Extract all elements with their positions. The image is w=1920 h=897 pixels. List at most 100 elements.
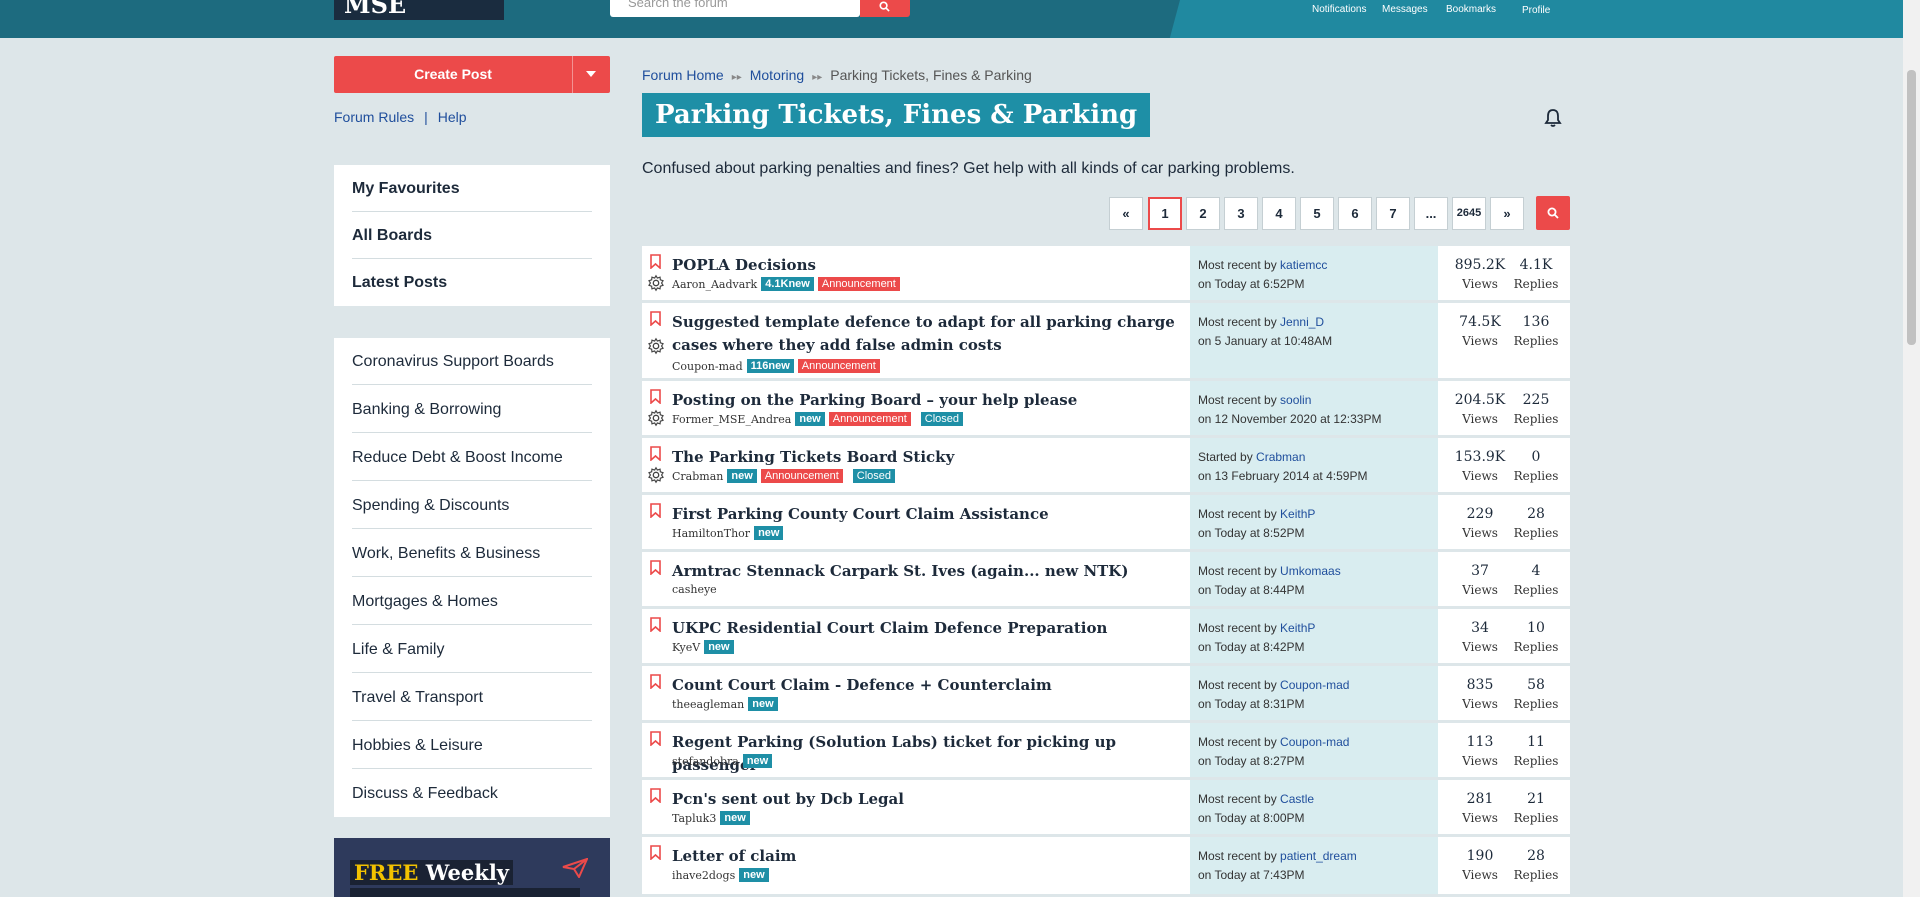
breadcrumb-forum-home[interactable]: Forum Home [642, 67, 724, 83]
promo-highlight: FREE [354, 860, 419, 885]
topic-author[interactable]: Aaron_Aadvark [672, 278, 757, 291]
breadcrumb-motoring[interactable]: Motoring [750, 67, 804, 83]
topic-author[interactable]: HamiltonThor [672, 527, 750, 540]
bookmark-icon[interactable] [650, 560, 661, 575]
topic-author[interactable]: theeagleman [672, 698, 744, 711]
bookmark-icon[interactable] [650, 788, 661, 803]
sidebar-item-mortgages[interactable]: Mortgages & Homes [352, 578, 592, 625]
page-button[interactable]: ... [1414, 197, 1448, 230]
recent-user-link[interactable]: katiemcc [1280, 258, 1327, 272]
topic-author[interactable]: Former_MSE_Andrea [672, 413, 791, 426]
bookmark-icon[interactable] [650, 674, 661, 689]
page-button[interactable]: 2645 [1452, 197, 1486, 230]
topic-row[interactable]: Count Court Claim - Defence + Countercla… [642, 666, 1570, 723]
recent-user-link[interactable]: Coupon-mad [1280, 678, 1349, 692]
forum-search-input[interactable]: Search the forum [610, 0, 860, 17]
topic-author[interactable]: ihave2dogs [672, 869, 735, 882]
chevron-down-icon[interactable] [586, 71, 596, 77]
topic-title[interactable]: UKPC Residential Court Claim Defence Pre… [672, 617, 1182, 640]
topic-row[interactable]: The Parking Tickets Board Sticky Crabman n… [642, 438, 1570, 495]
topic-author[interactable]: Tapluk3 [672, 812, 716, 825]
topic-title[interactable]: Posting on the Parking Board – your help… [672, 389, 1182, 412]
bookmark-icon[interactable] [650, 617, 661, 632]
topic-title[interactable]: The Parking Tickets Board Sticky [672, 446, 1182, 469]
recent-user-link[interactable]: soolin [1280, 393, 1311, 407]
sidebar-item-travel[interactable]: Travel & Transport [352, 674, 592, 721]
bookmark-icon[interactable] [650, 389, 661, 404]
topic-author[interactable]: Crabman [672, 470, 723, 483]
bookmark-icon[interactable] [650, 845, 661, 860]
topic-title[interactable]: Suggested template defence to adapt for … [672, 311, 1182, 357]
page-button[interactable]: 5 [1300, 197, 1334, 230]
nav-profile[interactable]: Profile [1522, 5, 1550, 16]
board-search-button[interactable] [1536, 196, 1570, 230]
replies-count: 21 Replies [1506, 790, 1566, 828]
recent-user-link[interactable]: Jenni_D [1280, 315, 1324, 329]
sidebar-item-banking[interactable]: Banking & Borrowing [352, 386, 592, 433]
recent-user-link[interactable]: patient_dream [1280, 849, 1357, 863]
help-link[interactable]: Help [438, 109, 467, 125]
page-button[interactable]: 2 [1186, 197, 1220, 230]
topic-title[interactable]: Count Court Claim - Defence + Countercla… [672, 674, 1182, 697]
nav-bookmarks[interactable]: Bookmarks [1446, 4, 1496, 15]
newsletter-promo[interactable]: FREE Weekly [334, 838, 610, 897]
page-button[interactable]: » [1490, 197, 1524, 230]
topic-author[interactable]: Coupon-mad [672, 360, 743, 373]
recent-user-link[interactable]: KeithP [1280, 621, 1315, 635]
sidebar-item-all-boards[interactable]: All Boards [352, 212, 592, 259]
bookmark-icon[interactable] [650, 254, 661, 269]
forum-rules-link[interactable]: Forum Rules [334, 109, 414, 125]
sidebar-item-reduce-debt[interactable]: Reduce Debt & Boost Income [352, 434, 592, 481]
recent-user-link[interactable]: KeithP [1280, 507, 1315, 521]
sidebar-item-hobbies[interactable]: Hobbies & Leisure [352, 722, 592, 769]
page-button[interactable]: 7 [1376, 197, 1410, 230]
topic-title[interactable]: Pcn's sent out by Dcb Legal [672, 788, 1182, 811]
page-button[interactable]: 1 [1148, 197, 1182, 230]
recent-user-link[interactable]: Castle [1280, 792, 1314, 806]
bell-icon[interactable] [1544, 108, 1562, 128]
page-button[interactable]: 6 [1338, 197, 1372, 230]
topic-row[interactable]: Posting on the Parking Board – your help… [642, 381, 1570, 438]
search-button[interactable] [860, 0, 910, 17]
sidebar-item-work[interactable]: Work, Benefits & Business [352, 530, 592, 577]
sidebar-item-favourites[interactable]: My Favourites [352, 165, 592, 212]
topic-title[interactable]: POPLA Decisions [672, 254, 1182, 277]
topic-author[interactable]: KyeV [672, 641, 700, 654]
views-label: Views [1462, 754, 1498, 768]
topic-row[interactable]: Armtrac Stennack Carpark St. Ives (again… [642, 552, 1570, 609]
sidebar-item-life-family[interactable]: Life & Family [352, 626, 592, 673]
nav-messages[interactable]: Messages [1382, 4, 1428, 15]
topic-author[interactable]: stefandobra [672, 755, 739, 768]
scrollbar-thumb[interactable] [1907, 70, 1916, 345]
topic-row[interactable]: Suggested template defence to adapt for … [642, 303, 1570, 381]
site-logo[interactable]: MSE Forum [334, 0, 504, 20]
bookmark-icon[interactable] [650, 731, 661, 746]
create-post-button[interactable]: Create Post [334, 56, 610, 93]
recent-user-link[interactable]: Umkomaas [1280, 564, 1341, 578]
nav-notifications[interactable]: Notifications [1312, 4, 1366, 15]
bookmark-icon[interactable] [650, 503, 661, 518]
topic-row[interactable]: UKPC Residential Court Claim Defence Pre… [642, 609, 1570, 666]
topic-title[interactable]: First Parking County Court Claim Assista… [672, 503, 1182, 526]
topic-row[interactable]: First Parking County Court Claim Assista… [642, 495, 1570, 552]
topic-author[interactable]: casheye [672, 583, 717, 596]
sidebar-item-latest-posts[interactable]: Latest Posts [352, 259, 592, 306]
topic-row[interactable]: POPLA Decisions Aaron_Aadvark 4.1Knew Annou… [642, 246, 1570, 303]
page-button[interactable]: 3 [1224, 197, 1258, 230]
bookmark-icon[interactable] [650, 311, 661, 326]
bookmark-icon[interactable] [650, 446, 661, 461]
page-button[interactable]: 4 [1262, 197, 1296, 230]
topic-title[interactable]: Letter of claim [672, 845, 1182, 868]
topic-row[interactable]: Pcn's sent out by Dcb Legal Tapluk3 new Mos… [642, 780, 1570, 837]
announcement-badge: Announcement [828, 412, 911, 426]
scrollbar[interactable] [1903, 0, 1920, 897]
sidebar-item-coronavirus[interactable]: Coronavirus Support Boards [352, 338, 592, 385]
page-button[interactable]: « [1109, 197, 1143, 230]
topic-title[interactable]: Armtrac Stennack Carpark St. Ives (again… [672, 560, 1182, 583]
sidebar-item-discuss[interactable]: Discuss & Feedback [352, 770, 592, 817]
topic-row[interactable]: Letter of claim ihave2dogs new Most recent … [642, 837, 1570, 897]
recent-user-link[interactable]: Crabman [1256, 450, 1305, 464]
recent-user-link[interactable]: Coupon-mad [1280, 735, 1349, 749]
sidebar-item-spending[interactable]: Spending & Discounts [352, 482, 592, 529]
topic-row[interactable]: Regent Parking (Solution Labs) ticket fo… [642, 723, 1570, 780]
